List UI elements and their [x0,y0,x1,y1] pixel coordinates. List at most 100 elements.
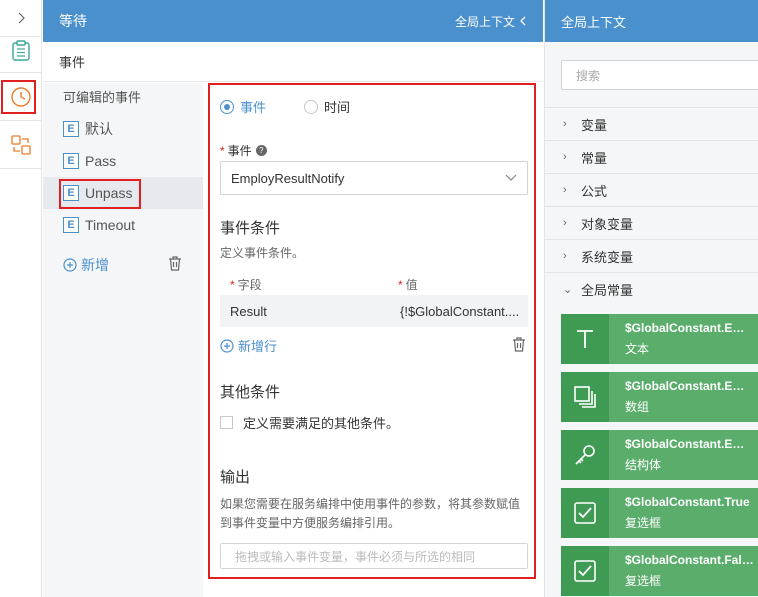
event-list-caption: 可编辑的事件 [63,90,142,105]
card-name: $GlobalConstant.Emp... [625,321,755,335]
trash-icon [513,337,525,352]
selected-event-highlight [59,179,141,209]
array-icon [561,372,609,422]
section-title: 事件 [59,55,86,70]
card-type: 结构体 [625,458,662,472]
row-field-cell[interactable]: Result [230,304,267,319]
left-rail [0,0,42,597]
tree-item-variables[interactable]: › 变量 [545,107,758,140]
card-name: $GlobalConstant.Emp... [625,437,755,451]
event-item-timeout[interactable]: E Timeout [43,209,203,241]
constant-card[interactable]: $GlobalConstant.Emp... 数组 [561,372,758,422]
event-badge-icon: E [63,217,79,233]
add-row-button[interactable]: 新增行 [220,336,277,355]
event-item-pass[interactable]: E Pass [43,145,203,177]
list-icon [12,40,30,61]
event-item-default[interactable]: E 默认 [43,113,203,145]
card-type: 复选框 [625,516,662,530]
card-name: $GlobalConstant.False [625,553,755,567]
wait-panel: 等待 全局上下文 事件 可编辑的事件 E 默认 E Pass E Unpass [43,0,543,597]
global-context-title: 全局上下文 [561,14,627,30]
event-badge-icon: E [63,121,79,137]
other-conditions-checkbox-row[interactable]: 定义需要满足的其他条件。 [220,413,399,432]
context-tree: › 变量 › 常量 › 公式 › 对象变量 › 系统变量 ⌄ 全局常量 [545,107,758,305]
tree-item-global-constants[interactable]: ⌄ 全局常量 [545,272,758,305]
card-type: 复选框 [625,574,662,588]
panel-title: 等待 [59,13,87,29]
conditions-title: 事件条件 [220,220,281,237]
key-icon [561,430,609,480]
radio-time[interactable] [304,99,319,114]
row-value-cell[interactable]: {!$GlobalConstant.... [400,304,519,319]
help-icon[interactable]: ? [255,145,267,156]
chevron-down-icon: ⌄ [563,283,573,296]
chevron-right-icon [18,12,25,24]
event-badge-icon: E [63,153,79,169]
card-name: $GlobalConstant.Emp... [625,379,755,393]
output-desc-line-2: 到事件变量中方便服务编排引用。 [220,516,401,530]
event-select-value: EmployResultNotify [231,170,345,186]
output-desc-line-1: 如果您需要在服务编排中使用事件的参数，将其参数赋值 [220,497,521,511]
global-context-header: 全局上下文 [545,0,758,42]
output-variable-placeholder: 拖拽或输入事件变量，事件必须与所选的相同 [235,549,476,564]
global-context-toggle[interactable]: 全局上下文 [455,13,527,30]
rail-item-flow[interactable] [0,130,42,160]
card-type: 文本 [625,342,650,356]
conditions-table-header: * 字段 * 值 [220,272,528,294]
tree-item-constants[interactable]: › 常量 [545,140,758,173]
event-item-label: 默认 [85,121,113,137]
radio-event[interactable] [220,99,234,114]
text-icon [561,314,609,364]
checkbox-icon [561,488,609,538]
output-variable-input[interactable]: 拖拽或输入事件变量，事件必须与所选的相同 [220,543,528,569]
active-rail-highlight [1,80,36,114]
event-form: 事件 时间 * 事件 ? EmployResultNotify 事件条件 定义事… [208,83,536,579]
search-input[interactable]: 搜索 [561,60,758,90]
global-context-panel: 全局上下文 搜索 › 变量 › 常量 › 公式 › 对象变量 › 系统变量 ⌄ … [544,0,758,597]
tree-item-label: 变量 [581,117,608,133]
constant-card[interactable]: $GlobalConstant.Emp... 文本 [561,314,758,364]
plus-circle-icon [63,258,77,272]
event-item-label: Pass [85,153,117,169]
tree-item-formulas[interactable]: › 公式 [545,173,758,206]
trash-icon [169,256,181,271]
conditions-desc: 定义事件条件。 [220,246,305,260]
constant-card[interactable]: $GlobalConstant.Emp... 结构体 [561,430,758,480]
panel-header: 等待 全局上下文 [43,0,543,42]
tree-item-label: 系统变量 [581,249,634,265]
event-item-label: Timeout [85,217,136,233]
tree-item-object-variables[interactable]: › 对象变量 [545,206,758,239]
event-list: 可编辑的事件 E 默认 E Pass E Unpass E Timeout [43,83,203,597]
chevron-down-icon [505,174,517,181]
search-placeholder: 搜索 [576,68,601,83]
chevron-right-icon: › [563,250,567,262]
collapse-button[interactable] [0,0,42,36]
other-conditions-checkbox[interactable] [220,416,233,429]
chevron-left-icon [520,16,526,26]
chevron-right-icon: › [563,151,567,163]
table-row[interactable]: Result {!$GlobalConstant.... [220,295,528,327]
delete-event-button[interactable] [168,256,182,274]
chevron-right-icon: › [563,217,567,229]
delete-row-button[interactable] [512,337,526,355]
add-event-button[interactable]: 新增 [63,255,109,275]
type-radio-group: 事件 时间 [220,97,350,116]
checkbox-icon [561,546,609,596]
constant-card[interactable]: $GlobalConstant.False 复选框 [561,546,758,596]
other-conditions-label: 定义需要满足的其他条件。 [243,416,400,431]
tree-item-label: 公式 [581,183,608,199]
event-field-label: * 事件 ? [220,142,267,159]
global-context-label: 全局上下文 [454,14,515,29]
radio-event-label: 事件 [240,100,267,115]
constant-card[interactable]: $GlobalConstant.True 复选框 [561,488,758,538]
col-value-header: * 值 [398,278,418,292]
event-field-label-text: 事件 [227,144,252,158]
tree-item-system-variables[interactable]: › 系统变量 [545,239,758,272]
col-field-header: * 字段 [230,278,262,292]
card-type: 数组 [625,400,650,414]
tree-item-label: 常量 [581,150,608,166]
event-select[interactable]: EmployResultNotify [220,161,528,195]
flow-icon [11,135,31,155]
rail-item-list[interactable] [0,36,42,66]
chevron-right-icon: › [563,118,567,130]
